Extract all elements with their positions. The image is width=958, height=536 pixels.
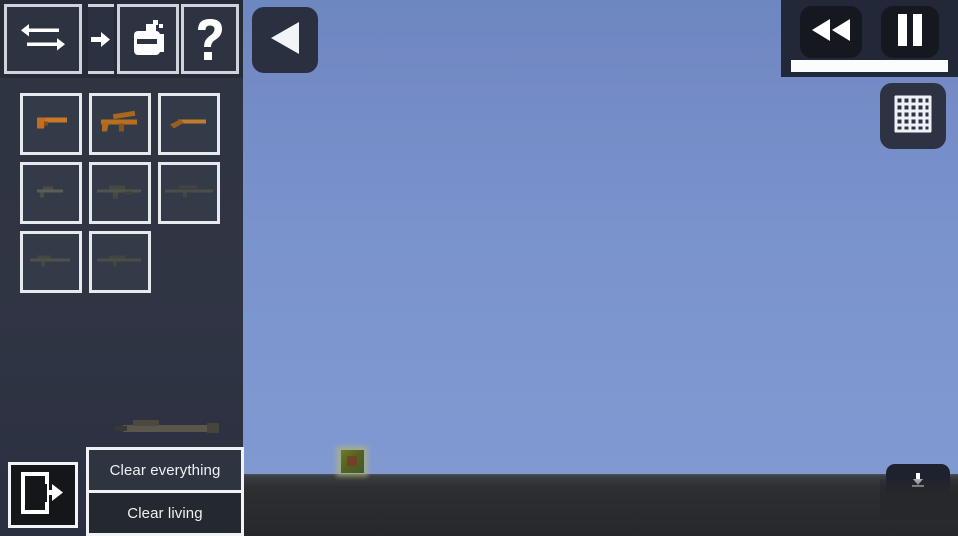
weapon-slot-submachine-gun[interactable]	[89, 93, 151, 155]
weapon-grid-row	[20, 162, 230, 231]
pause-button[interactable]	[881, 6, 939, 58]
swap-arrows-icon	[21, 21, 65, 57]
sidebar-toolbar	[0, 0, 243, 78]
back-button[interactable]	[252, 7, 318, 73]
compact-rifle-icon	[33, 183, 69, 204]
crate-body	[341, 450, 364, 473]
sniper-rifle-icon	[163, 183, 215, 204]
pistol-icon	[31, 111, 71, 138]
exit-button[interactable]	[8, 462, 78, 528]
grid-toggle-button[interactable]	[880, 83, 946, 149]
play-left-triangle-icon	[268, 19, 302, 62]
weapon-slot-assault-rifle[interactable]	[89, 162, 151, 224]
clear-buttons-panel: Clear everything Clear living	[86, 447, 244, 536]
grid-mesh-icon	[892, 93, 934, 140]
weapon-slot-marksman-rifle[interactable]	[89, 231, 151, 293]
rewind-button[interactable]	[800, 6, 862, 58]
question-mark-icon	[193, 16, 227, 62]
weapon-grid-row	[20, 231, 230, 300]
spray-can-icon	[128, 18, 168, 60]
swap-tool-button[interactable]	[4, 4, 82, 74]
weapon-grid-row	[20, 93, 230, 162]
weapon-slot-compact-rifle[interactable]	[20, 162, 82, 224]
playback-controls	[781, 0, 958, 77]
download-button-shadow-overlay	[880, 479, 958, 519]
submachine-gun-icon	[97, 109, 143, 140]
sawed-off-shotgun-icon	[168, 112, 210, 137]
arrow-right-icon	[91, 29, 111, 49]
marksman-rifle-icon	[95, 252, 145, 273]
download-button[interactable]	[880, 464, 958, 519]
weapon-grid	[20, 93, 230, 300]
clear-living-button[interactable]: Clear living	[89, 493, 241, 533]
weapon-slot-sawed-off-shotgun[interactable]	[158, 93, 220, 155]
help-button[interactable]	[181, 4, 239, 74]
rewind-icon	[810, 17, 852, 48]
spray-tool-button[interactable]	[117, 4, 179, 74]
weapon-slot-pistol[interactable]	[20, 93, 82, 155]
ground-plane	[243, 474, 958, 536]
clear-everything-button[interactable]: Clear everything	[89, 450, 241, 490]
pause-icon	[896, 13, 924, 52]
left-sidebar: Clear everything Clear living	[0, 0, 244, 536]
carbine-icon	[27, 252, 75, 273]
weapon-slot-sniper-rifle[interactable]	[158, 162, 220, 224]
assault-rifle-icon	[95, 182, 145, 205]
weapon-slot-carbine[interactable]	[20, 231, 82, 293]
next-tool-button[interactable]	[88, 4, 114, 74]
crate-prop[interactable]	[336, 446, 368, 477]
exit-door-icon	[20, 471, 66, 520]
dragged-weapon-preview[interactable]	[115, 415, 225, 441]
time-slider[interactable]	[791, 60, 948, 72]
game-screen: Clear everything Clear living	[0, 0, 958, 536]
game-world-viewport[interactable]	[243, 0, 958, 536]
